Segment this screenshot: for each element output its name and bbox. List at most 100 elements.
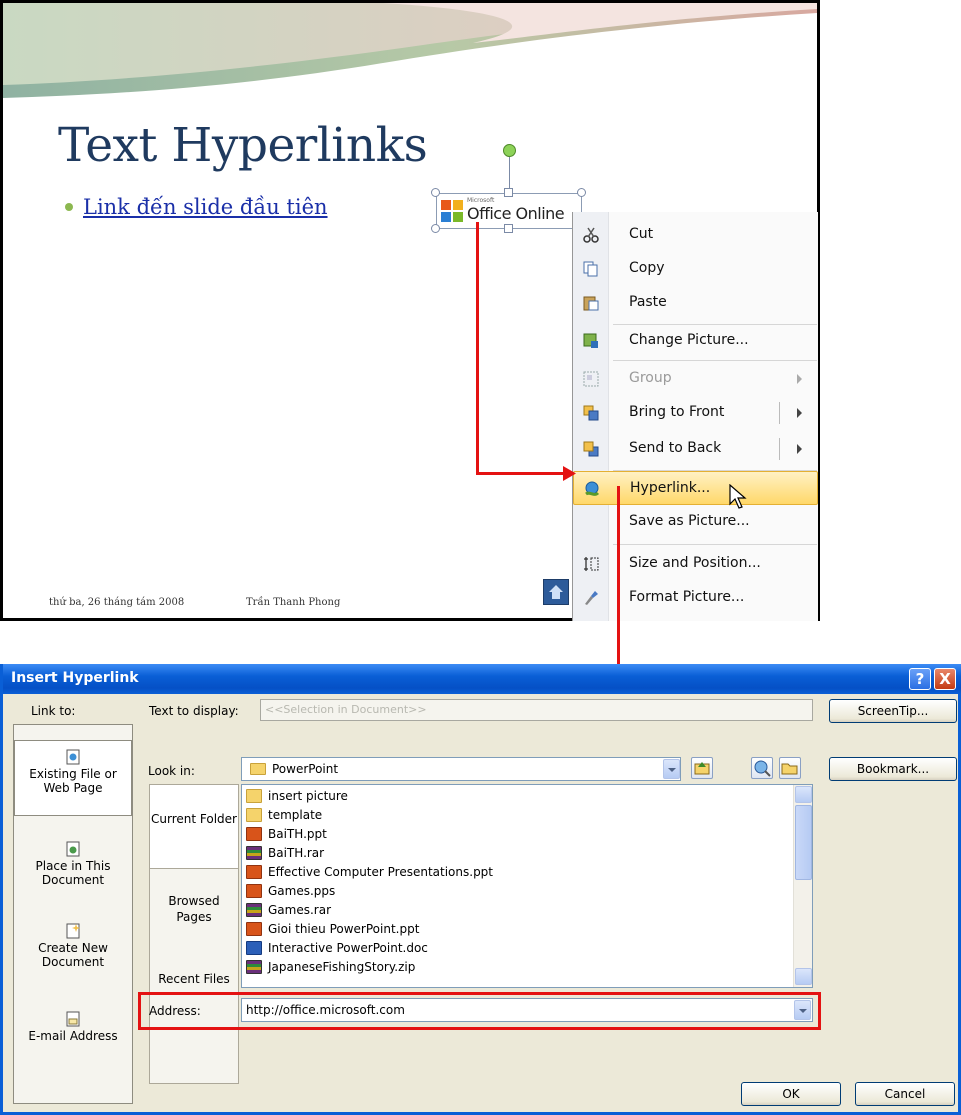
menu-item-cut[interactable]: Cut [573,218,818,252]
word-file-icon [246,940,262,955]
open-folder-icon [781,763,798,775]
menu-item-size-and-position[interactable]: Size and Position... [573,547,818,581]
list-item[interactable]: Games.rar [246,901,331,918]
screentip-button[interactable]: ScreenTip... [829,699,957,723]
nav-existing-file[interactable]: Existing File or Web Page [14,740,132,816]
insert-hyperlink-dialog: Insert Hyperlink ? X Link to: Text to di… [0,664,961,1115]
file-name: Games.rar [268,902,332,917]
text-to-display-label: Text to display: [149,704,239,718]
nav-place-in-document[interactable]: Place in This Document [14,835,132,905]
resize-handle[interactable] [431,224,440,233]
file-name: BaiTH.ppt [268,826,327,841]
link-to-label: Link to: [31,704,76,718]
scroll-thumb[interactable] [795,805,812,880]
resize-handle[interactable] [504,224,513,233]
file-name: template [268,807,323,822]
file-name: JapaneseFishingStory.zip [268,959,416,974]
powerpoint-file-icon [246,883,262,898]
archive-file-icon [246,959,262,974]
email-icon [66,1011,80,1027]
nav-create-new-document[interactable]: Create New Document [14,917,132,987]
nav-label: Create New Document [38,941,108,969]
file-name: insert picture [268,788,348,803]
text-to-display-input[interactable]: <<Selection in Document>> [260,699,813,721]
bring-to-front-icon [583,405,599,421]
look-in-dropdown[interactable]: PowerPoint [241,757,681,781]
nav-email-address[interactable]: E-mail Address [14,1005,132,1065]
scroll-down-icon[interactable] [795,968,812,985]
folder-up-icon [694,762,710,775]
hyperlink-icon [585,481,600,496]
list-item[interactable]: Effective Computer Presentations.ppt [246,863,493,880]
powerpoint-file-icon [246,826,262,841]
menu-item-format-picture[interactable]: Format Picture... [573,581,818,615]
powerpoint-file-icon [246,921,262,936]
bookmark-button[interactable]: Bookmark... [829,757,957,781]
home-icon [549,585,563,599]
list-item[interactable]: template [246,806,322,823]
folder-icon [250,763,266,775]
slide-hyperlink-text[interactable]: Link đến slide đầu tiên [83,195,328,219]
office-logo-icon [441,200,463,222]
slide-header-swoosh [3,3,817,98]
file-name: Effective Computer Presentations.ppt [268,864,494,879]
menu-item-change-picture[interactable]: Change Picture... [573,324,818,358]
new-document-icon [66,923,80,939]
scroll-up-icon[interactable] [795,786,812,803]
subnav-browsed-pages[interactable]: Browsed Pages [150,885,238,945]
menu-separator [613,360,817,361]
dialog-titlebar[interactable]: Insert Hyperlink ? X [3,664,961,694]
nav-label: Existing File or Web Page [29,767,117,795]
menu-item-send-to-back[interactable]: Send to Back [573,432,818,466]
help-button[interactable]: ? [909,668,931,690]
list-item[interactable]: insert picture [246,787,348,804]
rotation-connector [509,157,510,189]
menu-item-paste[interactable]: Paste [573,286,818,320]
slide-bullet-item: Link đến slide đầu tiên [65,195,328,219]
ok-button[interactable]: OK [741,1082,841,1106]
subnav-current-folder[interactable]: Current Folder [150,785,238,869]
menu-item-group[interactable]: Group [573,362,818,396]
menu-item-label: Group [629,370,672,386]
menu-item-copy[interactable]: Copy [573,252,818,286]
dropdown-arrow-icon[interactable] [663,759,680,779]
menu-item-hyperlink[interactable]: Hyperlink... [573,471,818,505]
mouse-pointer-icon [729,484,747,509]
list-item[interactable]: BaiTH.ppt [246,825,327,842]
split-divider [779,438,780,460]
rotation-handle[interactable] [503,144,516,157]
look-in-value: PowerPoint [272,762,339,776]
file-list-scrollbar[interactable] [793,785,812,987]
up-one-folder-button[interactable] [691,757,713,779]
resize-handle[interactable] [577,188,586,197]
dropdown-arrow-icon[interactable] [794,1000,811,1020]
copy-icon [583,261,598,277]
menu-item-save-as-picture[interactable]: Save as Picture... [573,505,818,539]
split-divider [779,402,780,424]
submenu-arrow-icon[interactable] [797,408,802,418]
browse-web-button[interactable] [751,757,773,779]
menu-item-bring-to-front[interactable]: Bring to Front [573,396,818,430]
close-button[interactable]: X [934,668,956,690]
cancel-button[interactable]: Cancel [855,1082,955,1106]
group-icon [583,371,599,387]
arrow-head-icon [563,466,576,481]
list-item[interactable]: Interactive PowerPoint.doc [246,939,428,956]
list-item[interactable]: Games.pps [246,882,335,899]
home-action-button[interactable] [543,579,569,605]
list-item[interactable]: Gioi thieu PowerPoint.ppt [246,920,419,937]
resize-handle[interactable] [431,188,440,197]
send-to-back-icon [583,441,599,457]
menu-item-label: Send to Back [629,440,722,456]
folder-icon [246,807,262,822]
file-name: Interactive PowerPoint.doc [268,940,428,955]
browse-file-button[interactable] [779,757,801,779]
dialog-title: Insert Hyperlink [11,670,139,686]
list-item[interactable]: BaiTH.rar [246,844,324,861]
address-input[interactable]: http://office.microsoft.com [241,998,813,1022]
resize-handle[interactable] [504,188,513,197]
submenu-arrow-icon[interactable] [797,444,802,454]
slide-title: Text Hyperlinks [58,118,428,173]
nav-label: Place in This Document [35,859,111,887]
list-item[interactable]: JapaneseFishingStory.zip [246,958,415,975]
